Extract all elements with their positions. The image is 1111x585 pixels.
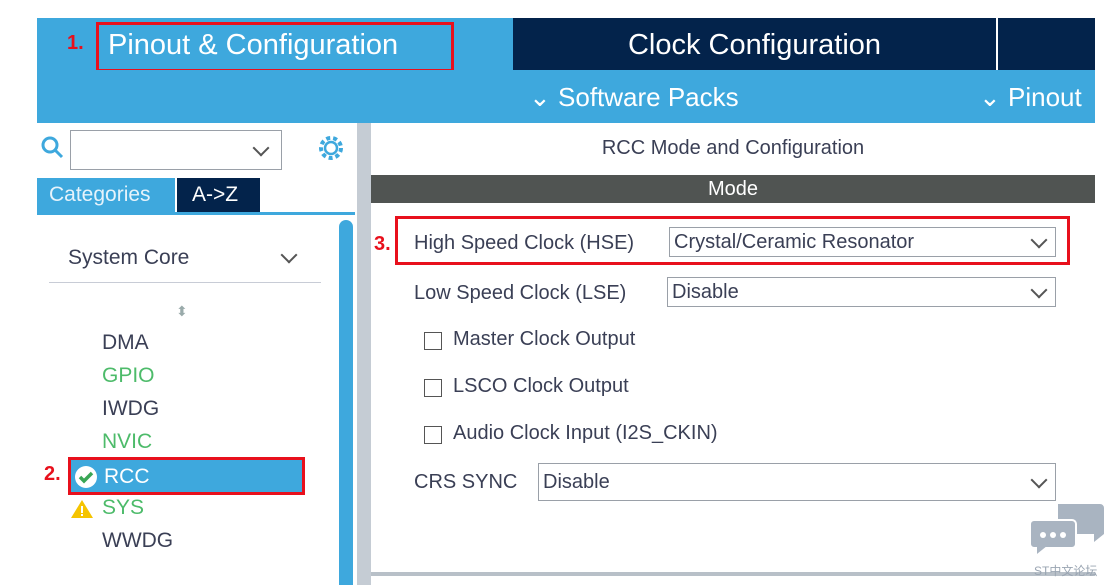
crs-sync-label: CRS SYNC: [414, 471, 518, 493]
search-icon[interactable]: [40, 135, 66, 161]
lse-label: Low Speed Clock (LSE): [414, 282, 627, 304]
forum-logo: [1030, 504, 1104, 558]
software-packs-label: Software Packs: [558, 82, 739, 112]
tab-label: Pinout & Configuration: [96, 22, 454, 72]
gear-icon[interactable]: [317, 134, 345, 162]
checkbox-label: Master Clock Output: [453, 328, 636, 350]
lsco-clock-output-checkbox[interactable]: [424, 379, 442, 397]
group-title[interactable]: System Core: [68, 246, 189, 270]
tab-a-z[interactable]: A->Z: [177, 178, 260, 213]
software-packs-menu[interactable]: ⌄ Software Packs: [529, 82, 739, 113]
list-item-rcc[interactable]: RCC: [68, 457, 305, 495]
list-item-sys[interactable]: SYS: [102, 496, 144, 520]
crs-value: Disable: [543, 471, 610, 493]
list-item-dma[interactable]: DMA: [102, 331, 149, 355]
chevron-down-icon: [1030, 471, 1048, 489]
tab-categories[interactable]: Categories: [37, 178, 175, 213]
sort-icon[interactable]: ⬍: [176, 303, 188, 320]
list-item-gpio[interactable]: GPIO: [102, 364, 155, 388]
checkbox-label: LSCO Clock Output: [453, 375, 629, 397]
lse-value: Disable: [672, 281, 739, 303]
lse-select[interactable]: Disable: [667, 277, 1056, 307]
tab-more[interactable]: [998, 18, 1095, 70]
chevron-down-icon[interactable]: [280, 246, 298, 264]
chevron-down-icon: [1030, 281, 1048, 299]
step-number: 2.: [44, 463, 61, 485]
splitter[interactable]: [357, 123, 371, 585]
list-item-iwdg[interactable]: IWDG: [102, 397, 159, 421]
hse-label: High Speed Clock (HSE): [414, 232, 635, 254]
subnav-bar: ⌄ Software Packs ⌄ Pinout: [37, 70, 1095, 123]
scrollbar[interactable]: [339, 220, 353, 585]
pinout-label: Pinout: [1008, 82, 1082, 112]
list-item-nvic[interactable]: NVIC: [102, 430, 152, 454]
hse-value: Crystal/Ceramic Resonator: [674, 231, 915, 253]
tab-underline: [37, 212, 355, 215]
section-header-mode: Mode: [371, 175, 1095, 203]
step-number: 3.: [374, 233, 391, 255]
audio-clock-input-checkbox[interactable]: [424, 426, 442, 444]
master-clock-output-checkbox[interactable]: [424, 332, 442, 350]
hse-select[interactable]: Crystal/Ceramic Resonator: [669, 227, 1056, 257]
tab-clock-configuration[interactable]: Clock Configuration: [513, 18, 996, 70]
checkbox-label: Audio Clock Input (I2S_CKIN): [453, 422, 718, 444]
list-item-label: RCC: [104, 465, 150, 488]
tab-pinout-configuration[interactable]: 1. Pinout & Configuration: [37, 18, 513, 72]
watermark-text: ST中文论坛: [1034, 564, 1098, 578]
check-circle-icon: [75, 466, 97, 488]
bottom-border: [371, 572, 1095, 576]
search-input[interactable]: [70, 130, 282, 170]
pinout-menu[interactable]: ⌄ Pinout: [979, 82, 1082, 113]
warning-icon: [71, 500, 93, 518]
rcc-panel: RCC Mode and Configuration Mode: [371, 123, 1095, 585]
step-number: 1.: [67, 32, 84, 54]
divider: [49, 282, 321, 283]
list-item-wwdg[interactable]: WWDG: [102, 529, 173, 553]
panel-title: RCC Mode and Configuration: [601, 137, 865, 159]
crs-sync-select[interactable]: Disable: [538, 463, 1056, 501]
chevron-down-icon: [1030, 231, 1048, 249]
